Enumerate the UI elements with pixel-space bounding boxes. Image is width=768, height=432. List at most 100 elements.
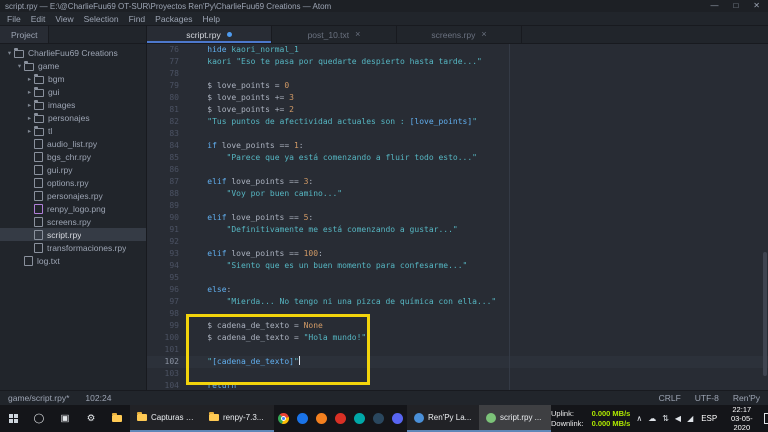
- volume-icon[interactable]: ◀: [675, 414, 681, 423]
- taskbar-window-renpy-folder[interactable]: renpy-7.3...: [202, 405, 274, 432]
- status-encoding[interactable]: UTF-8: [695, 393, 719, 403]
- chevron-right-icon[interactable]: ▸: [25, 101, 34, 109]
- editor-body[interactable]: 76 hide kaori_normal_177 kaori "Eso te p…: [147, 44, 768, 390]
- code-line-89[interactable]: 89: [147, 200, 768, 212]
- net-speed-label: Uplink:: [551, 409, 574, 418]
- onedrive-cloud-icon[interactable]: ☁: [648, 414, 656, 423]
- menu-packages[interactable]: Packages: [150, 14, 197, 24]
- tree-item-charliefuu69-creations[interactable]: ▾CharlieFuu69 Creations: [0, 46, 146, 59]
- menu-view[interactable]: View: [50, 14, 78, 24]
- tree-item-script-rpy[interactable]: script.rpy: [0, 228, 146, 241]
- line-number: 80: [147, 92, 188, 104]
- menu-help[interactable]: Help: [198, 14, 225, 24]
- tree-item-bgs-chr-rpy[interactable]: bgs_chr.rpy: [0, 150, 146, 163]
- taskbar-app-icon[interactable]: [369, 405, 388, 432]
- code-line-80[interactable]: 80 $ love_points += 3: [147, 92, 768, 104]
- task-view-icon[interactable]: ▣: [52, 405, 78, 432]
- close-icon[interactable]: ✕: [753, 0, 760, 12]
- taskbar-app-icon[interactable]: [331, 405, 350, 432]
- file-explorer-icon[interactable]: [104, 405, 130, 432]
- code-line-88[interactable]: 88 "Voy por buen camino...": [147, 188, 768, 200]
- tree-item-tl[interactable]: ▸tl: [0, 124, 146, 137]
- system-tray: Uplink:0.000 MB/sDownlink:0.000 MB/s∧☁⇅◀…: [551, 405, 768, 432]
- editor-scrollbar[interactable]: [763, 252, 767, 377]
- chevron-down-icon[interactable]: ▾: [15, 62, 24, 70]
- chrome-icon[interactable]: [274, 405, 293, 432]
- tree-item-bgm[interactable]: ▸bgm: [0, 72, 146, 85]
- hidden-icons-chevron-icon[interactable]: ∧: [636, 414, 642, 423]
- status-grammar[interactable]: Ren'Py: [733, 393, 760, 403]
- chevron-right-icon[interactable]: ▸: [25, 127, 34, 135]
- windows-taskbar: ◯▣⚙ Capturas d...renpy-7.3... Ren'Py La...…: [0, 405, 768, 432]
- chevron-right-icon[interactable]: ▸: [25, 88, 34, 96]
- close-icon[interactable]: ×: [355, 30, 360, 39]
- clock[interactable]: 22:1703-05-2020: [725, 405, 758, 432]
- status-cursor-position[interactable]: 102:24: [85, 393, 111, 403]
- menu-selection[interactable]: Selection: [79, 14, 124, 24]
- code-line-79[interactable]: 79 $ love_points = 0: [147, 80, 768, 92]
- sync-arrows-icon[interactable]: ⇅: [662, 414, 669, 423]
- start-button[interactable]: [0, 405, 26, 432]
- tab-screens-rpy[interactable]: screens.rpy×: [397, 26, 522, 43]
- code-line-82[interactable]: 82 "Tus puntos de afectividad actuales s…: [147, 116, 768, 128]
- menu-find[interactable]: Find: [124, 14, 151, 24]
- code-line-87[interactable]: 87 elif love_points == 3:: [147, 176, 768, 188]
- taskbar-app-icon[interactable]: [350, 405, 369, 432]
- tab-post-10-txt[interactable]: post_10.txt×: [272, 26, 397, 43]
- tree-item-log-txt[interactable]: log.txt: [0, 254, 146, 267]
- tree-item-renpy-logo-png[interactable]: renpy_logo.png: [0, 202, 146, 215]
- code-line-94[interactable]: 94 "Siento que es un buen momento para c…: [147, 260, 768, 272]
- code-line-92[interactable]: 92: [147, 236, 768, 248]
- tree-item-transformaciones-rpy[interactable]: transformaciones.rpy: [0, 241, 146, 254]
- tree-item-images[interactable]: ▸images: [0, 98, 146, 111]
- tree-item-game[interactable]: ▾game: [0, 59, 146, 72]
- status-line-ending[interactable]: CRLF: [659, 393, 681, 403]
- cortana-search-icon[interactable]: ◯: [26, 405, 52, 432]
- code-line-91[interactable]: 91 "Definitivamente me está comenzando a…: [147, 224, 768, 236]
- code-line-90[interactable]: 90 elif love_points == 5:: [147, 212, 768, 224]
- tree-item-personajes-rpy[interactable]: personajes.rpy: [0, 189, 146, 202]
- code-line-97[interactable]: 97 "Mierda... No tengo ni una pizca de q…: [147, 296, 768, 308]
- tree-item-options-rpy[interactable]: options.rpy: [0, 176, 146, 189]
- status-file-path[interactable]: game/script.rpy*: [8, 393, 69, 403]
- settings-gear-icon[interactable]: ⚙: [78, 405, 104, 432]
- taskbar-window-capturas[interactable]: Capturas d...: [130, 405, 202, 432]
- code-line-76[interactable]: 76 hide kaori_normal_1: [147, 44, 768, 56]
- keyboard-language-indicator[interactable]: ESP: [699, 414, 719, 423]
- tab-script-rpy[interactable]: script.rpy: [147, 26, 272, 43]
- taskbar-app-icon[interactable]: [293, 405, 312, 432]
- taskbar-window-renpy-launcher[interactable]: Ren'Py La...: [407, 405, 479, 432]
- menu-file[interactable]: File: [2, 14, 26, 24]
- action-center-icon[interactable]: [764, 413, 768, 424]
- taskbar-app-icon[interactable]: [388, 405, 407, 432]
- code-line-93[interactable]: 93 elif love_points == 100:: [147, 248, 768, 260]
- network-signal-icon[interactable]: ◢: [687, 414, 693, 423]
- chevron-right-icon[interactable]: ▸: [25, 75, 34, 83]
- chevron-right-icon[interactable]: ▸: [25, 114, 34, 122]
- code-line-86[interactable]: 86: [147, 164, 768, 176]
- line-number: 77: [147, 56, 188, 68]
- tree-item-personajes[interactable]: ▸personajes: [0, 111, 146, 124]
- taskbar-window-atom-script[interactable]: script.rpy ...: [479, 405, 551, 432]
- close-icon[interactable]: ×: [481, 30, 486, 39]
- maximize-icon[interactable]: □: [733, 0, 738, 12]
- tree-item-gui[interactable]: ▸gui: [0, 85, 146, 98]
- menu-edit[interactable]: Edit: [26, 14, 51, 24]
- minimize-icon[interactable]: —: [710, 0, 718, 12]
- code-line-96[interactable]: 96 else:: [147, 284, 768, 296]
- code-line-85[interactable]: 85 "Parece que ya está comenzando a flui…: [147, 152, 768, 164]
- taskbar-app-icon[interactable]: [312, 405, 331, 432]
- tree-item-gui-rpy[interactable]: gui.rpy: [0, 163, 146, 176]
- code-line-81[interactable]: 81 $ love_points += 2: [147, 104, 768, 116]
- code-line-95[interactable]: 95: [147, 272, 768, 284]
- line-number: 91: [147, 224, 188, 236]
- tab-project[interactable]: Project: [0, 26, 49, 43]
- code-line-83[interactable]: 83: [147, 128, 768, 140]
- code-line-84[interactable]: 84 if love_points == 1:: [147, 140, 768, 152]
- chevron-down-icon[interactable]: ▾: [5, 49, 14, 57]
- tree-item-audio-list-rpy[interactable]: audio_list.rpy: [0, 137, 146, 150]
- code-line-77[interactable]: 77 kaori "Eso te pasa por quedarte despi…: [147, 56, 768, 68]
- line-number: 84: [147, 140, 188, 152]
- tree-item-screens-rpy[interactable]: screens.rpy: [0, 215, 146, 228]
- code-line-78[interactable]: 78: [147, 68, 768, 80]
